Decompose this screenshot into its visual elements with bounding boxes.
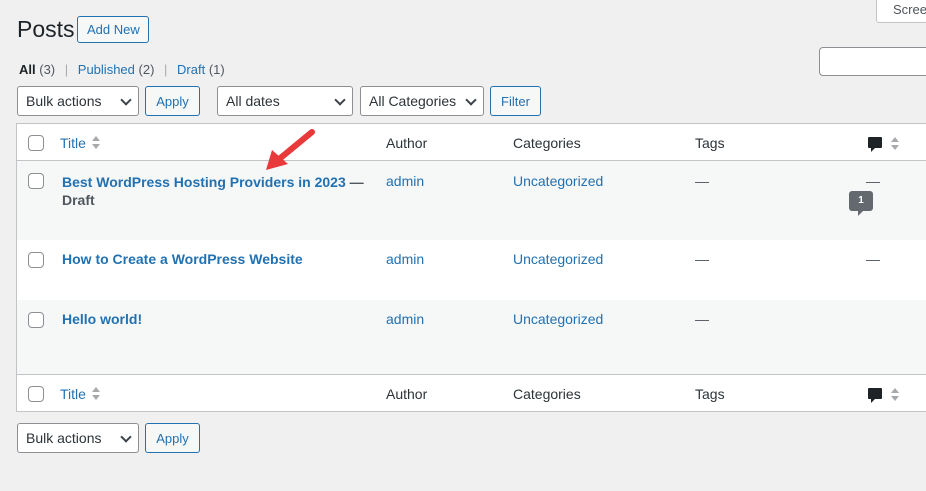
posts-table: Title Author Categories Tags Best WordPr… — [16, 123, 926, 412]
page-title: Posts — [17, 16, 75, 42]
column-tags: Tags — [695, 135, 725, 151]
column-categories: Categories — [513, 135, 581, 151]
table-row: Best WordPress Hosting Providers in 2023… — [17, 161, 926, 240]
bulk-actions-value: Bulk actions — [26, 93, 102, 109]
row-checkbox[interactable] — [28, 173, 44, 189]
bulk-actions-select[interactable]: Bulk actions — [17, 86, 139, 116]
author-link[interactable]: admin — [386, 311, 424, 327]
comments-value: — — [866, 251, 880, 267]
tags-value: — — [695, 173, 709, 189]
post-title-link[interactable]: Hello world! — [62, 311, 142, 327]
view-all-count: (3) — [39, 62, 56, 77]
tags-value: — — [695, 311, 709, 327]
comments-column-icon[interactable] — [868, 137, 882, 152]
column-title-sort-link[interactable]: Title — [60, 386, 86, 402]
bulk-actions-select-bottom[interactable]: Bulk actions — [17, 423, 139, 453]
view-draft-count: (1) — [208, 62, 225, 77]
post-status-views: All (3) | Published (2) | Draft (1) — [19, 62, 225, 77]
table-header-row: Title Author Categories Tags — [17, 124, 926, 161]
annotation-arrow-icon — [266, 129, 315, 170]
sort-arrows-icon[interactable] — [91, 135, 101, 151]
row-checkbox[interactable] — [28, 312, 44, 328]
chevron-down-icon — [465, 94, 477, 106]
view-all-link[interactable]: All — [19, 62, 36, 77]
view-separator: | — [64, 62, 69, 77]
category-link[interactable]: Uncategorized — [513, 311, 603, 327]
chevron-down-icon — [120, 431, 132, 443]
comments-column-icon[interactable] — [868, 388, 882, 403]
table-row: Hello world! admin Uncategorized — — [17, 300, 926, 374]
table-footer-row: Title Author Categories Tags — [17, 374, 926, 412]
sort-arrows-icon[interactable] — [91, 386, 101, 402]
view-separator: | — [164, 62, 168, 77]
author-link[interactable]: admin — [386, 251, 424, 267]
comments-value: — — [866, 173, 880, 189]
filter-button[interactable]: Filter — [490, 86, 541, 116]
apply-button[interactable]: Apply — [145, 86, 200, 116]
column-author: Author — [386, 135, 428, 151]
categories-select[interactable]: All Categories — [360, 86, 484, 116]
table-row: How to Create a WordPress Website admin … — [17, 240, 926, 300]
bulk-actions-value: Bulk actions — [26, 430, 102, 446]
apply-button-bottom[interactable]: Apply — [145, 423, 200, 453]
category-link[interactable]: Uncategorized — [513, 173, 603, 189]
sort-arrows-icon[interactable] — [890, 136, 900, 152]
column-categories: Categories — [513, 386, 581, 402]
post-title-link[interactable]: Best WordPress Hosting Providers in 2023 — [62, 174, 346, 190]
post-title-link[interactable]: How to Create a WordPress Website — [62, 251, 303, 267]
category-link[interactable]: Uncategorized — [513, 251, 603, 267]
view-published-count: (2) — [138, 62, 155, 77]
add-new-button[interactable]: Add New — [77, 16, 149, 43]
screen-options-tab[interactable]: Screen Options — [876, 0, 926, 23]
search-input[interactable] — [819, 47, 926, 76]
post-state-label: Draft — [62, 192, 95, 208]
view-draft-link[interactable]: Draft — [177, 62, 205, 77]
column-title-sort-link[interactable]: Title — [60, 135, 86, 151]
post-title-cell: Best WordPress Hosting Providers in 2023… — [62, 173, 364, 209]
tags-value: — — [695, 251, 709, 267]
view-published-link[interactable]: Published — [78, 62, 135, 77]
column-author: Author — [386, 386, 428, 402]
post-state-separator: — — [345, 174, 364, 190]
dates-select[interactable]: All dates — [217, 86, 353, 116]
column-tags: Tags — [695, 386, 725, 402]
categories-value: All Categories — [369, 93, 457, 109]
chevron-down-icon — [334, 94, 346, 106]
sort-arrows-icon[interactable] — [890, 387, 900, 403]
chevron-down-icon — [120, 94, 132, 106]
row-checkbox[interactable] — [28, 252, 44, 268]
comment-count-bubble[interactable]: 1 — [849, 191, 873, 216]
author-link[interactable]: admin — [386, 173, 424, 189]
select-all-checkbox[interactable] — [28, 135, 44, 151]
dates-value: All dates — [226, 93, 280, 109]
select-all-checkbox[interactable] — [28, 386, 44, 402]
